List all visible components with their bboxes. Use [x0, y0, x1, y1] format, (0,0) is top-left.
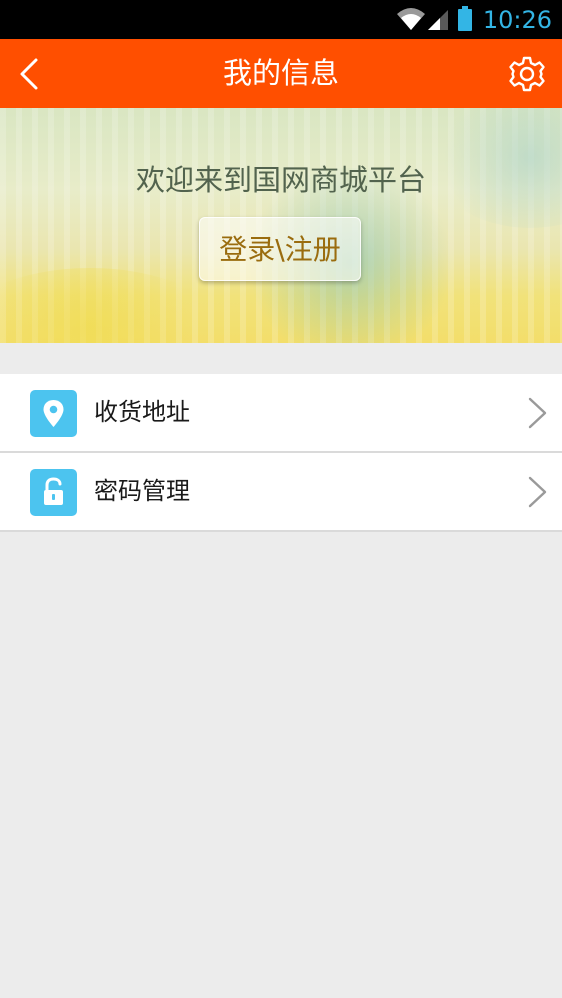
app-header: 我的信息	[0, 39, 562, 108]
chevron-right-icon	[528, 476, 547, 508]
settings-button[interactable]	[508, 55, 546, 93]
welcome-text: 欢迎来到国网商城平台	[135, 163, 426, 197]
menu-item-label: 收货地址	[94, 398, 190, 426]
status-time: 10:26	[482, 6, 552, 34]
page-title: 我的信息	[222, 56, 339, 90]
chevron-right-icon	[528, 397, 547, 429]
menu-item-label: 密码管理	[94, 477, 190, 505]
welcome-banner: 欢迎来到国网商城平台 登录\注册	[0, 108, 562, 343]
lock-icon	[30, 469, 77, 516]
wifi-icon	[397, 8, 425, 30]
status-bar: 10:26	[0, 0, 562, 39]
location-pin-icon	[30, 390, 77, 437]
menu-item-shipping-address[interactable]: 收货地址	[0, 374, 562, 453]
login-register-button[interactable]: 登录\注册	[199, 217, 361, 281]
battery-icon	[458, 6, 472, 31]
menu-item-password-management[interactable]: 密码管理	[0, 453, 562, 532]
signal-icon	[428, 10, 448, 30]
gear-icon	[509, 56, 545, 92]
menu-list: 收货地址 密码管理	[0, 374, 562, 532]
